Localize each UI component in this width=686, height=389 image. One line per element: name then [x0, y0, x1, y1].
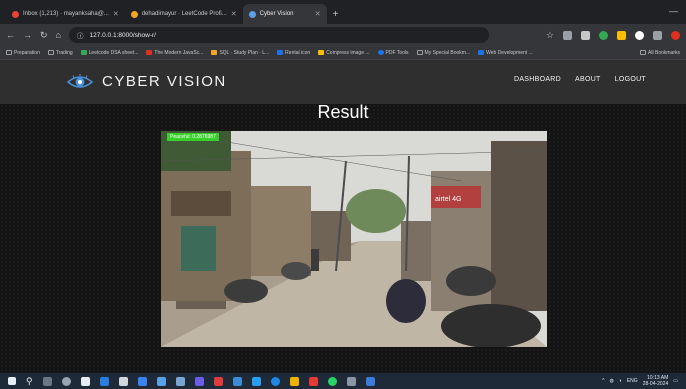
- app-icon[interactable]: [232, 376, 242, 386]
- search-icon[interactable]: ⚲: [26, 376, 33, 387]
- app-icon[interactable]: [289, 376, 299, 386]
- extension-icon[interactable]: [563, 30, 572, 40]
- navbar: CYBER VISION DASHBOARD ABOUT LOGOUT: [0, 60, 686, 104]
- reload-icon[interactable]: ↻: [40, 30, 48, 41]
- app-icon[interactable]: [213, 376, 223, 386]
- bookmarks-bar: Preparation Trading Leetcode DSA sheet..…: [0, 46, 686, 60]
- bookmark-icon: [478, 50, 485, 55]
- clock-date: 28-04-2024: [642, 381, 669, 387]
- nav-logout-link[interactable]: LOGOUT: [615, 76, 646, 83]
- new-tab-icon[interactable]: +: [333, 9, 339, 20]
- extension-icon[interactable]: [635, 30, 644, 40]
- brand-name: CYBER VISION: [102, 73, 227, 90]
- whatsapp-icon[interactable]: [327, 376, 337, 386]
- nav-links: DASHBOARD ABOUT LOGOUT: [514, 76, 646, 83]
- screen: Inbox (1,213) · mayanksaha@... ✕ dehadim…: [0, 0, 686, 389]
- eye-logo-icon: [66, 73, 94, 88]
- close-icon[interactable]: ✕: [113, 10, 119, 18]
- bookmark-item[interactable]: The Modern JavaSc...: [146, 50, 203, 56]
- task-view-icon[interactable]: [42, 376, 52, 386]
- app-icon[interactable]: [118, 376, 128, 386]
- app-icon[interactable]: [346, 376, 356, 386]
- extension-icon[interactable]: [581, 30, 590, 40]
- bookmark-icon: [318, 50, 325, 55]
- home-icon[interactable]: ⌂: [56, 30, 61, 40]
- back-icon[interactable]: ←: [6, 30, 15, 40]
- bookmark-item[interactable]: Rental icon: [277, 50, 310, 56]
- folder-icon: [6, 50, 12, 55]
- network-icon[interactable]: ◍: [609, 378, 613, 384]
- close-icon[interactable]: ✕: [315, 10, 321, 18]
- tab-label: Inbox (1,213) · mayanksaha@...: [23, 11, 109, 17]
- site-info-icon[interactable]: ⓘ: [77, 30, 84, 40]
- app-icon[interactable]: [194, 376, 204, 386]
- app-icon[interactable]: [175, 376, 185, 386]
- bookmark-item[interactable]: SQL · Study Plan · L...: [211, 50, 269, 56]
- result-image: airtel 4G Peaceful: 0.2876987: [161, 131, 547, 347]
- brand[interactable]: CYBER VISION: [66, 73, 227, 90]
- clock[interactable]: 10:13 AM 28-04-2024: [643, 375, 669, 387]
- globe-icon: [248, 10, 256, 18]
- shop-sign-text: airtel 4G: [435, 196, 461, 203]
- bookmark-item[interactable]: Trading: [47, 50, 73, 56]
- notification-icon[interactable]: ▭: [673, 378, 678, 384]
- url-text: 127.0.0.1:8000/show-r/: [89, 31, 156, 39]
- folder-icon: [47, 50, 54, 55]
- language-indicator[interactable]: ENG: [627, 378, 638, 384]
- folder-icon: [416, 50, 423, 55]
- bookmark-icon: [146, 50, 153, 55]
- bookmark-item[interactable]: PDF Tools: [377, 50, 409, 56]
- detection-label-badge: Peaceful: 0.2876987: [167, 133, 219, 141]
- bookmark-icon: [377, 50, 384, 55]
- chrome-icon[interactable]: [270, 376, 280, 386]
- bookmark-item[interactable]: Web Development ...: [478, 50, 533, 56]
- system-tray: ^ ◍ ◖ ENG 10:13 AM 28-04-2024 ▭: [602, 375, 678, 387]
- tab-label: dehadimayur · LeetCode Profi...: [141, 11, 227, 17]
- settings-icon[interactable]: [61, 376, 71, 386]
- gmail-icon: [12, 10, 19, 18]
- extension-icon[interactable]: [617, 30, 626, 40]
- close-icon[interactable]: ✕: [231, 10, 237, 18]
- leetcode-icon: [80, 50, 87, 55]
- volume-icon[interactable]: ◖: [619, 378, 622, 384]
- bookmark-item[interactable]: Compress image ...: [318, 50, 370, 56]
- browser-tab-leetcode[interactable]: dehadimayur · LeetCode Profi... ✕: [125, 4, 243, 24]
- app-icon[interactable]: [80, 376, 90, 386]
- nav-about-link[interactable]: ABOUT: [575, 76, 601, 83]
- leetcode-icon: [130, 10, 138, 18]
- street-scene-image: airtel 4G: [161, 131, 547, 347]
- app-icon[interactable]: [156, 376, 166, 386]
- bookmark-item[interactable]: Leetcode DSA sheet...: [80, 50, 138, 56]
- folder-icon: [640, 50, 647, 55]
- extension-icon[interactable]: [653, 30, 662, 40]
- browser-tab-bar: Inbox (1,213) · mayanksaha@... ✕ dehadim…: [0, 0, 686, 24]
- address-bar[interactable]: ⓘ 127.0.0.1:8000/show-r/: [68, 27, 489, 43]
- bookmark-item[interactable]: All Bookmarks: [640, 50, 680, 56]
- tab-label: Cyber Vision: [259, 11, 294, 17]
- forward-icon[interactable]: →: [23, 30, 32, 40]
- page-title: Result: [317, 102, 369, 122]
- browser-tab-gmail[interactable]: Inbox (1,213) · mayanksaha@... ✕: [6, 4, 125, 24]
- vscode-icon[interactable]: [251, 376, 261, 386]
- chevron-up-icon[interactable]: ^: [602, 378, 604, 384]
- bookmark-item[interactable]: Preparation: [6, 50, 40, 56]
- browser-toolbar: ← → ↻ ⌂ ⓘ 127.0.0.1:8000/show-r/ ☆: [0, 24, 686, 46]
- extension-icons: ☆: [546, 30, 680, 41]
- web-page: CYBER VISION DASHBOARD ABOUT LOGOUT Resu…: [0, 60, 686, 373]
- app-icon[interactable]: [308, 376, 318, 386]
- star-icon[interactable]: ☆: [546, 30, 554, 41]
- bookmark-icon: [277, 50, 284, 55]
- browser-tab-cyber-vision[interactable]: Cyber Vision ✕: [242, 4, 327, 24]
- windows-start-icon[interactable]: [8, 377, 16, 385]
- app-icon[interactable]: [99, 376, 109, 386]
- nav-dashboard-link[interactable]: DASHBOARD: [514, 76, 561, 83]
- extension-icon[interactable]: [599, 30, 608, 40]
- bookmark-item[interactable]: My Special Bookm...: [416, 50, 470, 56]
- bookmark-icon: [211, 50, 218, 55]
- minimize-icon[interactable]: —: [669, 6, 678, 16]
- profile-avatar[interactable]: [671, 30, 680, 40]
- app-icon[interactable]: [137, 376, 147, 386]
- os-taskbar: ⚲ ^ ◍ ◖ ENG 10:13 AM 28-04-2024 ▭: [0, 373, 686, 389]
- app-icon[interactable]: [365, 376, 375, 386]
